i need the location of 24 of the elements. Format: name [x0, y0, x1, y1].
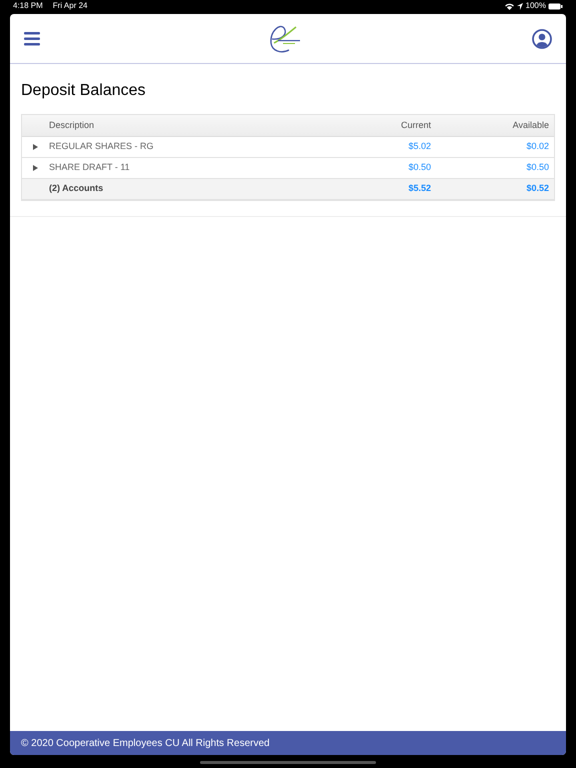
current-balance: $5.52: [407, 182, 431, 196]
battery-icon: [548, 2, 563, 10]
page-title: Deposit Balances: [21, 81, 147, 101]
current-balance[interactable]: $5.02: [311, 140, 431, 154]
location-icon: [516, 2, 523, 10]
status-date: Fri Apr 24: [52, 0, 88, 12]
wifi-icon: [504, 2, 514, 10]
column-header: Current: [400, 118, 431, 132]
account-description: (2) Accounts: [49, 182, 104, 196]
account-icon[interactable]: [532, 28, 552, 48]
available-balance[interactable]: $0.50: [431, 161, 549, 175]
available-balance[interactable]: $0.02: [431, 140, 549, 154]
account-description: SHARE DRAFT - 11: [49, 161, 131, 174]
copyright-text: © 2020 Cooperative Employees CU All Rights Reserved: [21, 736, 270, 750]
available-balance: $0.52: [525, 182, 549, 196]
column-header: Available: [512, 118, 549, 132]
status-time: 4:18 PM: [13, 0, 43, 12]
current-balance[interactable]: $0.50: [311, 161, 431, 175]
battery-percent: 100%: [526, 0, 546, 12]
menu-icon[interactable]: [24, 32, 40, 46]
expand-arrow-icon[interactable]: [33, 144, 38, 150]
column-header: Description: [49, 118, 96, 132]
expand-arrow-icon[interactable]: [33, 165, 38, 171]
account-description: REGULAR SHARES - RG: [49, 140, 155, 154]
